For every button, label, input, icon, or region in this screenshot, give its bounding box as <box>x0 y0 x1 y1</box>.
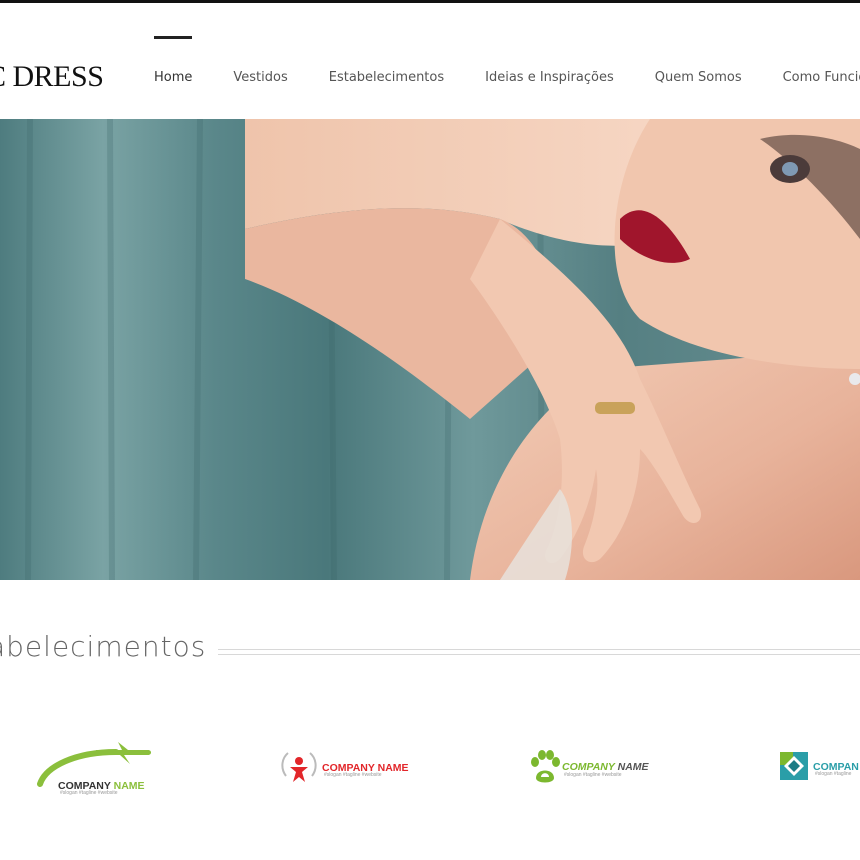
person-signal-icon <box>281 752 317 782</box>
partner-logo-4[interactable]: COMPAN #slogan #tagline <box>780 752 860 786</box>
bride-photo <box>0 119 860 580</box>
partner-logos: COMPANY NAME #slogan #tagline #website C… <box>0 730 860 800</box>
section-title: abelecimentos <box>0 630 207 663</box>
partner-1-tagline: #slogan #tagline #website <box>60 790 118 796</box>
nav-item-estabelecimentos[interactable]: Estabelecimentos <box>329 36 444 118</box>
top-bar <box>0 3 860 37</box>
partner-3-tagline: #slogan #tagline #website <box>564 772 622 778</box>
square-diamond-icon <box>780 752 808 780</box>
hero-banner-image <box>0 119 860 580</box>
nav-item-ideias[interactable]: Ideias e Inspirações <box>485 36 614 118</box>
partner-logo-1[interactable]: COMPANY NAME #slogan #tagline #website <box>36 738 156 800</box>
nav-item-quem-somos[interactable]: Quem Somos <box>655 36 742 118</box>
section-heading: abelecimentos <box>0 628 860 672</box>
partner-2-tagline: #slogan #tagline #website <box>324 772 382 778</box>
site-logo[interactable]: C DRESS <box>0 60 104 94</box>
paw-icon <box>531 750 560 783</box>
section-divider <box>218 649 860 655</box>
partner-4-tagline: #slogan #tagline <box>815 771 852 777</box>
partner-logo-2[interactable]: COMPANY NAME #slogan #tagline #website <box>280 748 410 788</box>
site-header: C DRESS Home Vestidos Estabelecimentos I… <box>0 36 860 118</box>
nav-item-vestidos[interactable]: Vestidos <box>233 36 287 118</box>
nav-item-home[interactable]: Home <box>154 36 193 118</box>
nav-item-como-funciona[interactable]: Como Funcior <box>783 36 860 118</box>
partner-logo-3[interactable]: COMPANY NAME #slogan #tagline #website <box>530 748 660 788</box>
main-nav: Home Vestidos Estabelecimentos Ideias e … <box>154 36 860 118</box>
